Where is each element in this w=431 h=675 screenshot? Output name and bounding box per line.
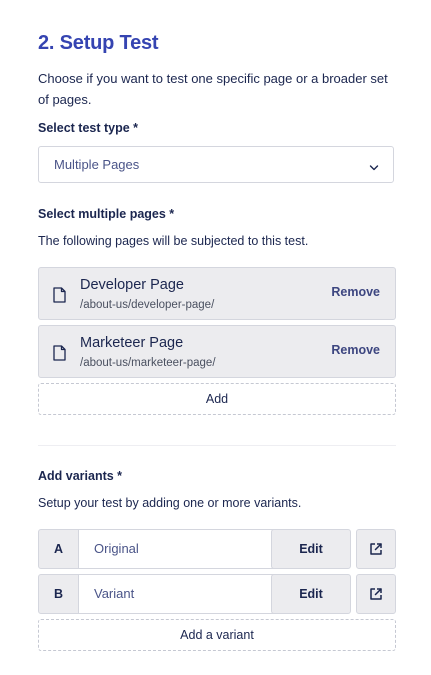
edit-variant-button[interactable]: Edit <box>271 529 351 569</box>
page-item: Marketeer Page /about-us/marketeer-page/… <box>38 325 396 378</box>
variants-label: Add variants * <box>38 469 123 483</box>
variant-row: A Original Edit <box>38 529 396 569</box>
test-type-select[interactable]: Multiple Pages <box>38 146 394 183</box>
edit-variant-button[interactable]: Edit <box>271 574 351 614</box>
remove-page-button[interactable]: Remove <box>331 343 380 357</box>
page-title: Marketeer Page <box>80 335 184 351</box>
variant-row: B Variant Edit <box>38 574 396 614</box>
open-variant-button[interactable] <box>356 529 396 569</box>
external-link-icon <box>370 588 382 600</box>
variants-helper: Setup your test by adding one or more va… <box>38 496 302 510</box>
remove-page-button[interactable]: Remove <box>331 285 380 299</box>
add-page-button[interactable]: Add <box>38 383 396 415</box>
variant-letter: B <box>38 574 79 614</box>
page-item: Developer Page /about-us/developer-page/… <box>38 267 396 320</box>
section-title: 2. Setup Test <box>38 32 159 54</box>
page-url: /about-us/developer-page/ <box>80 299 215 311</box>
section-intro: Choose if you want to test one specific … <box>38 71 388 107</box>
test-type-label: Select test type * <box>38 121 139 135</box>
external-link-icon <box>370 543 382 555</box>
section-divider <box>38 445 396 446</box>
add-variant-button[interactable]: Add a variant <box>38 619 396 651</box>
document-icon <box>53 345 66 361</box>
page-title: Developer Page <box>80 277 184 293</box>
variant-letter: A <box>38 529 79 569</box>
pages-helper: The following pages will be subjected to… <box>38 234 309 248</box>
test-type-value: Multiple Pages <box>54 157 140 172</box>
pages-label: Select multiple pages * <box>38 207 175 221</box>
page-url: /about-us/marketeer-page/ <box>80 357 216 369</box>
open-variant-button[interactable] <box>356 574 396 614</box>
document-icon <box>53 287 66 303</box>
chevron-down-icon <box>369 160 379 171</box>
